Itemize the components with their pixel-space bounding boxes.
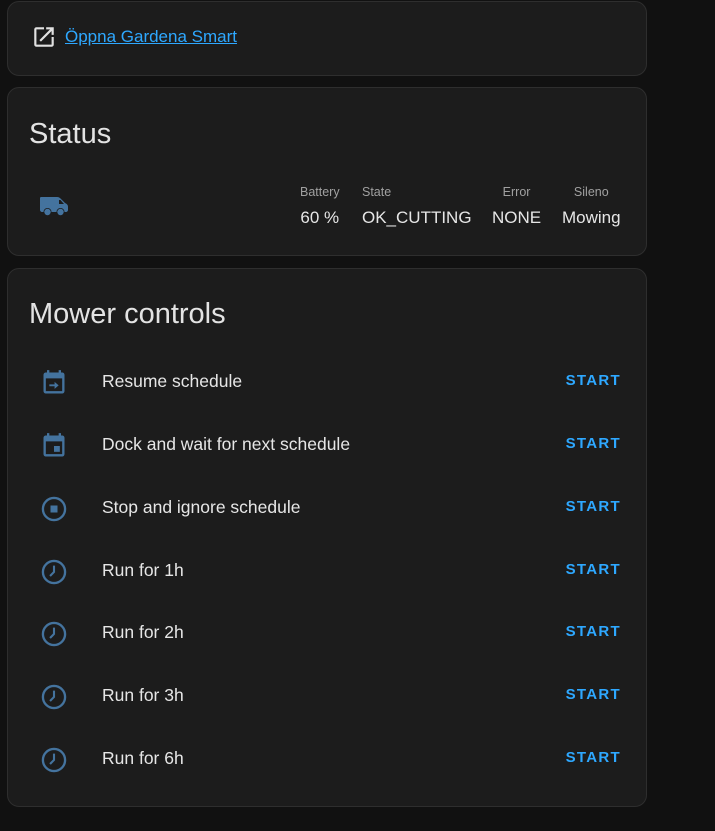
robot-mower-icon[interactable] bbox=[38, 193, 70, 217]
start-button-run-2h[interactable]: START bbox=[559, 618, 628, 645]
clock-icon[interactable] bbox=[40, 683, 68, 711]
mower-controls-card: Mower controls Resume schedule START Doc… bbox=[7, 268, 647, 807]
error-label: Error bbox=[502, 185, 531, 199]
control-label: Stop and ignore schedule bbox=[102, 497, 301, 517]
battery-label: Battery bbox=[300, 185, 340, 199]
gardena-link[interactable]: Öppna Gardena Smart bbox=[31, 24, 237, 50]
start-button-run-3h[interactable]: START bbox=[559, 681, 628, 708]
control-label: Run for 6h bbox=[102, 748, 184, 768]
link-card: Öppna Gardena Smart bbox=[7, 1, 647, 76]
state-value: OK_CUTTING bbox=[362, 208, 472, 227]
status-battery[interactable]: Battery 60 % bbox=[300, 185, 340, 228]
state-label: State bbox=[362, 185, 392, 199]
control-row-run-6h: Run for 6h START bbox=[8, 732, 646, 788]
control-label: Run for 1h bbox=[102, 560, 184, 580]
stop-circle-icon[interactable] bbox=[40, 495, 68, 523]
sileno-value: Mowing bbox=[562, 208, 621, 227]
start-button-run-6h[interactable]: START bbox=[559, 744, 628, 771]
controls-title: Mower controls bbox=[29, 298, 226, 330]
control-label: Dock and wait for next schedule bbox=[102, 434, 351, 454]
control-label: Resume schedule bbox=[102, 371, 243, 391]
status-title: Status bbox=[29, 118, 112, 150]
start-button-dock[interactable]: START bbox=[559, 430, 628, 457]
status-error[interactable]: Error NONE bbox=[492, 185, 541, 228]
start-button-resume-schedule[interactable]: START bbox=[559, 367, 628, 394]
calendar-today-icon[interactable] bbox=[40, 432, 68, 460]
control-row-run-1h: Run for 1h START bbox=[8, 544, 646, 600]
start-button-stop[interactable]: START bbox=[559, 493, 628, 520]
control-row-run-3h: Run for 3h START bbox=[8, 669, 646, 725]
control-row-stop: Stop and ignore schedule START bbox=[8, 481, 646, 537]
gardena-link-text[interactable]: Öppna Gardena Smart bbox=[65, 27, 237, 47]
clock-icon[interactable] bbox=[40, 558, 68, 586]
open-in-new-icon bbox=[34, 27, 54, 47]
battery-value: 60 % bbox=[300, 208, 340, 227]
control-row-resume-schedule: Resume schedule START bbox=[8, 355, 646, 411]
start-button-run-1h[interactable]: START bbox=[559, 556, 628, 583]
clock-icon[interactable] bbox=[40, 746, 68, 774]
control-label: Run for 2h bbox=[102, 622, 184, 642]
calendar-arrow-right-icon[interactable] bbox=[40, 369, 68, 397]
status-card: Status Battery 60 % State OK_CUTTING Err… bbox=[7, 87, 647, 256]
error-value: NONE bbox=[492, 208, 542, 227]
status-state[interactable]: State OK_CUTTING bbox=[362, 185, 472, 228]
control-label: Run for 3h bbox=[102, 685, 184, 705]
sileno-label: Sileno bbox=[573, 185, 609, 199]
control-row-dock: Dock and wait for next schedule START bbox=[8, 418, 646, 474]
clock-icon[interactable] bbox=[40, 620, 68, 648]
control-row-run-2h: Run for 2h START bbox=[8, 606, 646, 662]
status-sileno[interactable]: Sileno Mowing bbox=[562, 185, 621, 228]
